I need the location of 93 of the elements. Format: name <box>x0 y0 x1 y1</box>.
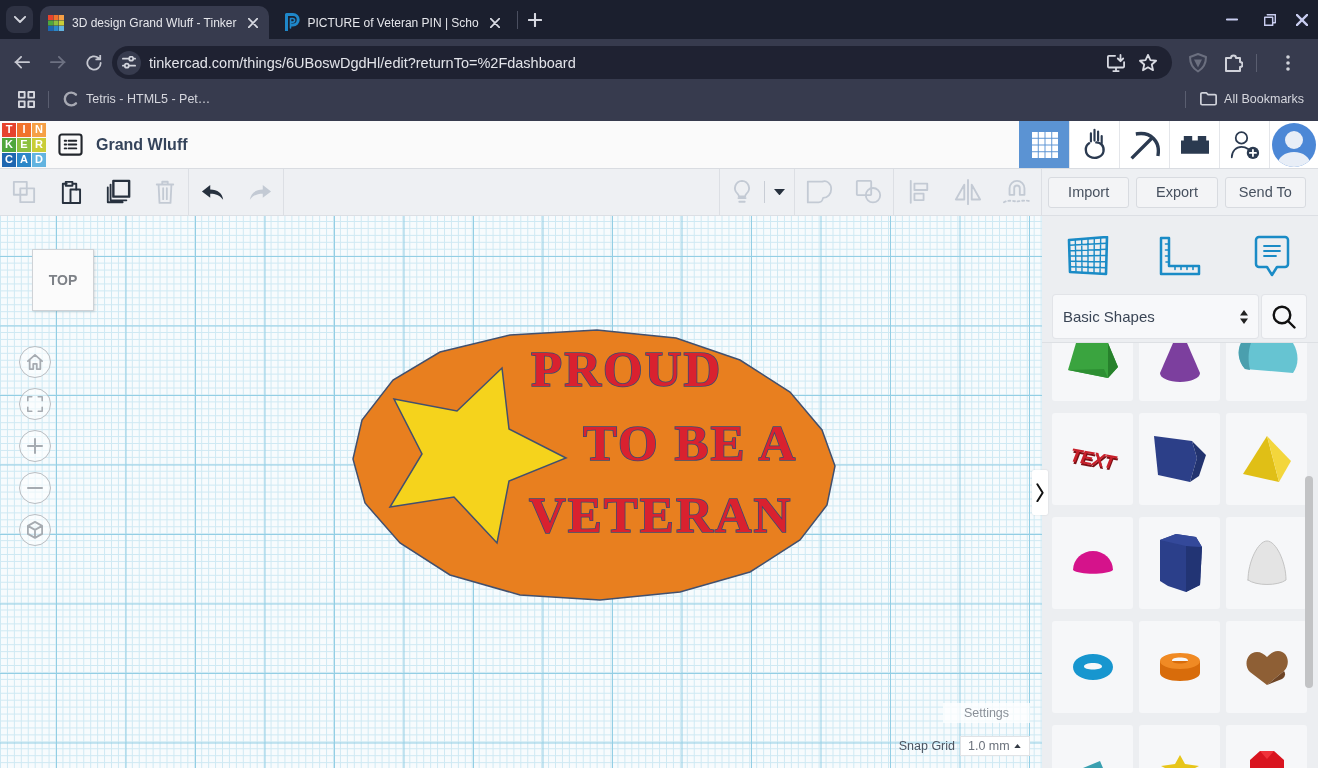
wedge-shape-icon <box>1082 761 1103 768</box>
view-cube[interactable]: TOP <box>32 249 94 311</box>
puzzle-icon[interactable] <box>1225 53 1243 72</box>
hexagonal-prism-shape-icon <box>1157 534 1202 592</box>
chevron-right-icon <box>1036 482 1044 503</box>
all-bookmarks-button[interactable]: All Bookmarks <box>1200 92 1304 106</box>
workplane-grid[interactable]: TOP PROUD TO BE A VETERAN Settings Snap Grid 1.0 mm <box>0 216 1042 768</box>
back-arrow-icon[interactable] <box>14 56 30 69</box>
scrollbar-thumb[interactable] <box>1305 476 1313 688</box>
folder-icon <box>1200 92 1218 106</box>
logo[interactable]: T I N K E R C A D <box>2 122 46 167</box>
panel-collapse-handle[interactable] <box>1032 470 1048 515</box>
search-button[interactable] <box>1262 295 1306 338</box>
shape-tile[interactable] <box>1052 725 1133 768</box>
shape-tile[interactable] <box>1226 517 1307 609</box>
tube-shape-icon <box>1158 652 1201 682</box>
shape-tile[interactable] <box>1139 621 1220 713</box>
tab-list-button[interactable] <box>6 6 33 33</box>
snap-grid-dropdown[interactable]: 1.0 mm <box>960 736 1030 756</box>
design-title[interactable]: Grand Wluff <box>96 135 188 154</box>
paraboloid-shape-icon <box>1246 540 1287 586</box>
pyramid-shape-icon <box>1242 436 1291 482</box>
plus-icon <box>27 438 43 454</box>
shape-tile[interactable] <box>1052 343 1133 401</box>
shape-tile[interactable] <box>1052 517 1133 609</box>
c-shaped-icon <box>63 91 79 107</box>
polygon-shape-icon <box>1153 436 1206 482</box>
avatar-icon[interactable] <box>1272 122 1316 167</box>
pickaxe-icon <box>1129 129 1160 160</box>
site-info-button[interactable] <box>117 50 141 75</box>
action-button[interactable]: Send To <box>1224 176 1306 208</box>
address-bar[interactable]: tinkercad.com/things/6UBoswDgdHl/edit?returnTo=%2Fdashboard <box>112 46 1172 79</box>
heart-shape-icon <box>1245 648 1288 686</box>
close-icon[interactable] <box>1296 13 1308 26</box>
text-shape-sample: TEXT <box>1068 444 1117 474</box>
install-icon[interactable] <box>1107 53 1125 72</box>
shape-tile[interactable] <box>1139 343 1220 401</box>
notes-icon[interactable] <box>1254 234 1290 277</box>
shape-tile[interactable] <box>1226 621 1307 713</box>
tune-icon <box>122 56 136 69</box>
cone-shape-icon <box>1159 343 1200 383</box>
minus-icon <box>27 486 43 490</box>
undo-icon[interactable] <box>200 183 225 201</box>
grid-icon <box>1031 131 1058 158</box>
close-icon[interactable] <box>489 17 500 28</box>
home-icon <box>27 354 43 370</box>
minimize-icon[interactable] <box>1226 18 1238 21</box>
shape-library-dropdown[interactable]: Basic Shapes <box>1053 295 1258 338</box>
colored-squares-icon <box>48 14 64 31</box>
restore-icon[interactable] <box>1264 13 1276 26</box>
shape-tile[interactable] <box>1139 517 1220 609</box>
workplane-icon[interactable] <box>1067 235 1109 276</box>
shape-tile[interactable] <box>1226 343 1307 401</box>
roof-shape-icon <box>1067 343 1118 379</box>
bookmark-link[interactable]: Tetris - HTML5 - Pet… <box>63 91 211 107</box>
plus-icon[interactable] <box>527 12 542 27</box>
design-text: TO BE A <box>583 415 798 471</box>
gem-shape-icon <box>1249 751 1284 768</box>
cube-icon <box>27 521 43 539</box>
clipboard-icon[interactable] <box>59 179 82 205</box>
shape-tile[interactable] <box>1139 413 1220 505</box>
shape-tile[interactable]: TEXT <box>1052 413 1133 505</box>
browser-tab[interactable]: 3D design Grand Wluff - Tinker <box>40 6 269 39</box>
design-text: PROUD <box>531 341 723 397</box>
apps-icon[interactable] <box>18 90 35 108</box>
search-icon <box>1272 304 1296 329</box>
half-sphere-shape-icon <box>1072 551 1113 575</box>
reload-icon[interactable] <box>86 54 102 71</box>
shape-tile[interactable] <box>1139 725 1220 768</box>
star-shape-icon <box>1160 755 1199 768</box>
star-icon[interactable] <box>1139 53 1157 72</box>
p-logo-icon <box>283 13 300 32</box>
torus-shape-icon <box>1071 653 1114 681</box>
design-text: VETERAN <box>529 487 793 543</box>
shape-tile[interactable] <box>1226 413 1307 505</box>
snap-grid-label: Snap Grid <box>898 739 955 753</box>
caret-up-icon <box>1014 743 1021 749</box>
action-button[interactable]: Export <box>1136 176 1218 208</box>
up-down-arrows-icon <box>1240 309 1248 324</box>
duplicate-icon[interactable] <box>104 179 131 205</box>
caret-down-icon[interactable] <box>773 188 785 196</box>
ruler-icon[interactable] <box>1159 235 1201 276</box>
menu-icon[interactable] <box>1286 54 1290 71</box>
corners-icon <box>27 396 43 412</box>
action-button[interactable]: Import <box>1048 176 1130 208</box>
browser-tab[interactable]: PICTURE of Veteran PIN | Scho <box>275 6 511 39</box>
shape-tile[interactable] <box>1226 725 1307 768</box>
list-icon[interactable] <box>58 132 83 157</box>
add-user-icon[interactable] <box>1229 129 1260 160</box>
brick-icon <box>1180 135 1209 154</box>
shape-tile[interactable] <box>1052 621 1133 713</box>
chevron-down-icon <box>13 16 26 23</box>
close-icon[interactable] <box>247 17 258 28</box>
